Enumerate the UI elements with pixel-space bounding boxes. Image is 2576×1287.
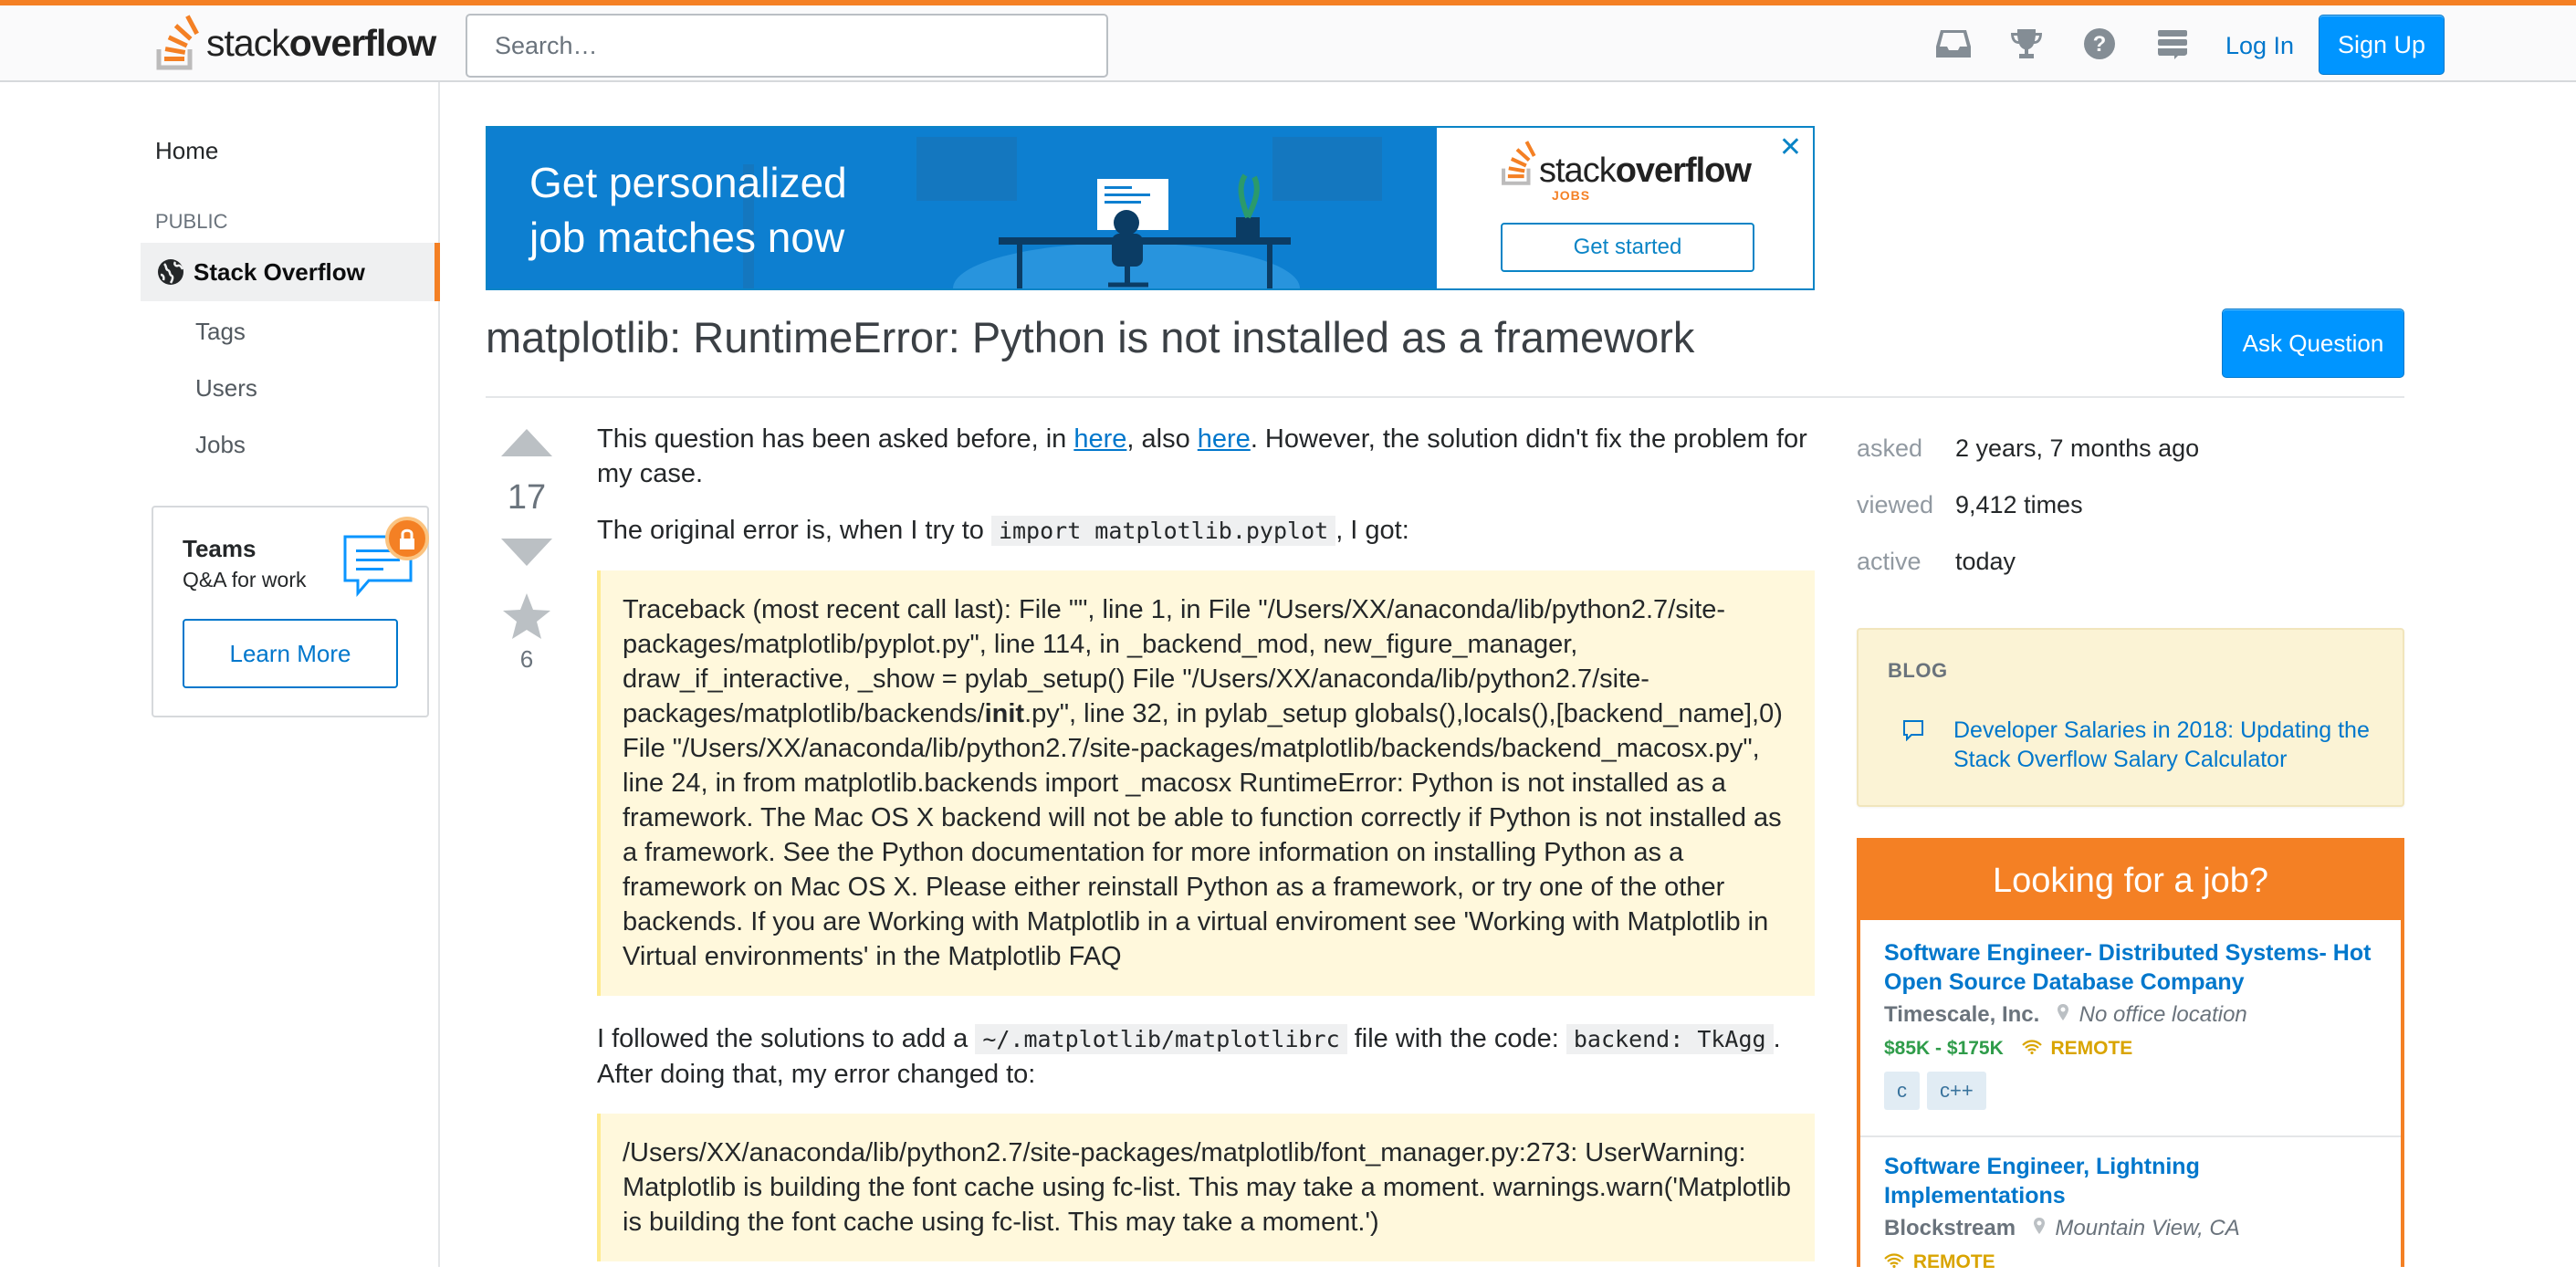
jobs-ad-banner[interactable]: Get personalized job matches now stackov…	[486, 126, 1815, 290]
favorite-count: 6	[519, 645, 534, 673]
wifi-icon	[2021, 1033, 2046, 1064]
globe-icon	[157, 258, 184, 286]
divider	[486, 396, 2404, 398]
upvote-arrow-icon[interactable]	[501, 429, 552, 456]
signup-button[interactable]: Sign Up	[2319, 15, 2445, 75]
inbox-icon[interactable]	[1935, 26, 1972, 62]
close-icon[interactable]: ✕	[1779, 131, 1802, 163]
body-paragraph: This question has been asked before, in …	[597, 424, 1807, 488]
job-listing[interactable]: Software Engineer, Lightning Implementat…	[1860, 1152, 2401, 1278]
ad-jobs-label: JOBS	[1552, 188, 1591, 203]
teams-title: Teams	[183, 535, 257, 562]
learn-more-button[interactable]: Learn More	[183, 619, 398, 688]
ad-logo-text-bold: overflow	[1615, 152, 1752, 190]
question-body: This question has been asked before, in …	[597, 422, 1815, 1287]
ad-cta-panel: stackoverflow JOBS Get started ✕	[1437, 128, 1813, 288]
blog-post-link[interactable]: Developer Salaries in 2018: Updating the…	[1953, 716, 2382, 774]
inline-code: backend: TkAgg	[1565, 1024, 1774, 1054]
sidebar-item-jobs[interactable]: Jobs	[195, 431, 246, 459]
ad-headline: Get personalized job matches now	[529, 155, 847, 265]
teams-subtitle: Q&A for work	[183, 568, 307, 591]
here-link-2[interactable]: here	[1198, 424, 1251, 454]
sidebar-item-stack-overflow[interactable]: Stack Overflow	[141, 243, 440, 301]
get-started-button[interactable]: Get started	[1501, 223, 1754, 272]
jobs-widget: Looking for a job? Software Engineer- Di…	[1857, 838, 2404, 1272]
ad-headline-line1: Get personalized	[529, 159, 847, 206]
blog-heading: BLOG	[1888, 659, 1948, 682]
sidebar-item-users[interactable]: Users	[195, 374, 257, 403]
location-pin-icon	[2057, 997, 2073, 1033]
teams-chat-lock-icon	[341, 517, 429, 602]
stat-asked: asked 2 years, 7 months ago	[1857, 434, 2200, 462]
job-salary: $85K - $175K	[1884, 1038, 2004, 1059]
sidebar-item-home[interactable]: Home	[155, 137, 218, 165]
search-input[interactable]	[466, 14, 1108, 78]
inline-code: import matplotlib.pyplot	[990, 516, 1336, 546]
blockquote: /Users/XX/anaconda/lib/python2.7/site-pa…	[597, 1114, 1815, 1261]
job-title[interactable]: Software Engineer, Lightning Implementat…	[1884, 1152, 2377, 1210]
blog-widget: BLOG Developer Salaries in 2018: Updatin…	[1857, 628, 2404, 807]
here-link-1[interactable]: here	[1073, 424, 1126, 454]
downvote-arrow-icon[interactable]	[501, 539, 552, 566]
stackoverflow-logo-icon	[153, 15, 203, 71]
teams-promo: Teams Q&A for work Learn More	[152, 506, 429, 717]
login-link[interactable]: Log In	[2209, 20, 2310, 71]
job-company: Blockstream Mountain View, CA	[1884, 1210, 2377, 1247]
question-stats: asked 2 years, 7 months ago viewed 9,412 t…	[1857, 420, 2199, 590]
vote-count: 17	[507, 478, 547, 517]
sidebar-section-public: PUBLIC	[155, 210, 228, 233]
sidebar-item-label: Stack Overflow	[194, 257, 365, 286]
left-sidebar: Home PUBLIC Stack Overflow Tags Users Jo…	[141, 82, 440, 1267]
logo-text-bold: overflow	[288, 21, 437, 64]
logo-text-light: stack	[206, 21, 290, 64]
question-title[interactable]: matplotlib: RuntimeError: Python is not …	[486, 312, 1694, 362]
blockquote: Traceback (most recent call last): File …	[597, 570, 1815, 996]
location-pin-icon	[2033, 1210, 2049, 1247]
tag-c[interactable]: c	[1884, 1072, 1920, 1110]
job-company: Timescale, Inc. No office location	[1884, 997, 2377, 1033]
speech-bubble-icon	[1902, 719, 1924, 742]
divider	[1860, 1135, 2401, 1137]
stackoverflow-logo-icon	[1499, 141, 1539, 191]
job-remote-badge: REMOTE	[1912, 1251, 1995, 1272]
ad-logo-text-light: stack	[1539, 152, 1617, 190]
body-paragraph: The original error is, when I try to imp…	[597, 516, 1409, 546]
vote-cell: 17 6	[493, 429, 560, 674]
ad-logo: stackoverflow	[1499, 141, 1752, 191]
favorite-star-icon[interactable]	[493, 591, 560, 645]
job-title[interactable]: Software Engineer- Distributed Systems- …	[1884, 938, 2377, 997]
jobs-heading: Looking for a job?	[1860, 842, 2401, 920]
ask-question-button[interactable]: Ask Question	[2222, 309, 2404, 378]
stat-active: active today	[1857, 547, 2016, 575]
top-bar: stackoverflow ? Log In Sign Up	[0, 0, 2576, 82]
inline-code: ~/.matplotlib/matplotlibrc	[975, 1024, 1347, 1054]
trophy-icon[interactable]	[2008, 26, 2045, 62]
ad-headline-line2: job matches now	[529, 214, 845, 261]
site-switcher-icon[interactable]	[2154, 26, 2191, 62]
help-icon[interactable]: ?	[2081, 26, 2118, 62]
job-meta: REMOTE	[1884, 1247, 2377, 1278]
body-paragraph: I followed the solutions to add a ~/.mat…	[597, 1024, 1781, 1089]
stat-viewed: viewed 9,412 times	[1857, 490, 2083, 518]
ad-illustration-panel: Get personalized job matches now	[487, 128, 1437, 288]
svg-text:?: ?	[2093, 32, 2107, 57]
tag-cpp[interactable]: c++	[1927, 1072, 1986, 1110]
top-icons: ?	[1935, 26, 2191, 62]
site-logo[interactable]: stackoverflow	[153, 11, 437, 75]
wifi-icon	[1884, 1247, 1908, 1278]
sidebar-item-tags[interactable]: Tags	[195, 318, 246, 346]
job-listing[interactable]: Software Engineer- Distributed Systems- …	[1860, 938, 2401, 1110]
job-tags: c c++	[1884, 1072, 2377, 1110]
job-remote-badge: REMOTE	[2050, 1038, 2133, 1059]
job-meta: $85K - $175K REMOTE	[1884, 1033, 2377, 1064]
